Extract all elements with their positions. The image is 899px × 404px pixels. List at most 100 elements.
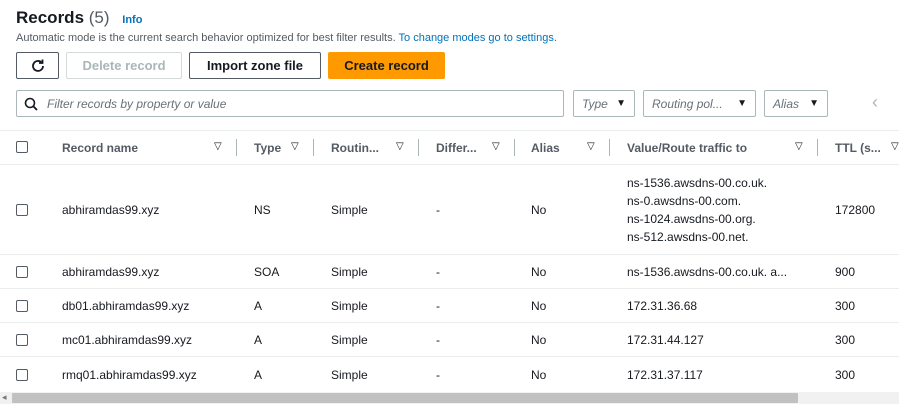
alias-cell: No — [531, 368, 547, 382]
refresh-button[interactable] — [16, 52, 59, 79]
table-row[interactable]: abhiramdas99.xyz SOA Simple - No ns-1536… — [0, 254, 899, 288]
value-cell: 172.31.36.68 — [627, 299, 698, 313]
import-zone-file-button[interactable]: Import zone file — [189, 52, 321, 79]
ttl-cell: 300 — [835, 368, 856, 382]
column-label: Differ... — [436, 140, 477, 155]
column-divider[interactable] — [418, 139, 419, 156]
settings-link[interactable]: To change modes go to settings. — [399, 32, 557, 44]
routing-cell: Simple — [331, 368, 368, 382]
previous-page-icon[interactable]: ‹ — [872, 92, 878, 113]
differentiator-cell: - — [436, 299, 440, 313]
value-cell: 172.31.37.117 — [627, 368, 703, 382]
delete-record-button[interactable]: Delete record — [66, 52, 182, 79]
sort-caret-icon[interactable]: ▽ — [891, 141, 899, 152]
column-header-type[interactable]: Type — [254, 131, 294, 164]
column-header-routing[interactable]: Routin... — [331, 131, 389, 164]
differentiator-cell: - — [436, 368, 440, 382]
column-label: Record name — [62, 140, 139, 155]
row-checkbox[interactable] — [16, 204, 28, 216]
filter-records-input[interactable] — [45, 95, 545, 112]
sort-caret-icon[interactable]: ▽ — [492, 141, 500, 152]
column-divider[interactable] — [817, 139, 818, 156]
value-cell-line: ns-0.awsdns-00.com. — [627, 194, 742, 208]
info-link[interactable]: Info — [122, 14, 142, 26]
row-checkbox[interactable] — [16, 369, 28, 381]
column-label: Value/Route traffic to — [627, 140, 748, 155]
table-row[interactable]: db01.abhiramdas99.xyz A Simple - No 172.… — [0, 288, 899, 322]
create-record-button[interactable]: Create record — [328, 52, 445, 79]
alias-cell: No — [531, 265, 547, 279]
column-divider[interactable] — [609, 139, 610, 156]
column-label: Routin... — [331, 140, 379, 155]
alias-cell: No — [531, 333, 547, 347]
alias-filter-select[interactable]: Alias ▼ — [764, 90, 828, 117]
column-label: Type — [254, 140, 282, 155]
table-row[interactable]: rmq01.abhiramdas99.xyz A Simple - No 172… — [0, 356, 899, 392]
row-checkbox[interactable] — [16, 266, 28, 278]
record-name-cell: rmq01.abhiramdas99.xyz — [62, 368, 197, 382]
column-header-differentiator[interactable]: Differ... — [436, 131, 498, 164]
column-divider[interactable] — [514, 139, 515, 156]
value-cell-line: ns-1024.awsdns-00.org. — [627, 212, 756, 226]
filter-search-box — [16, 90, 564, 117]
record-name-cell: db01.abhiramdas99.xyz — [62, 299, 190, 313]
routing-cell: Simple — [331, 333, 368, 347]
type-filter-label: Type — [582, 96, 608, 111]
records-header: Records (5) Info — [16, 8, 142, 28]
column-label: Alias — [531, 140, 560, 155]
table-row[interactable]: mc01.abhiramdas99.xyz A Simple - No 172.… — [0, 322, 899, 356]
ttl-cell: 900 — [835, 265, 856, 279]
value-cell: 172.31.44.127 — [627, 333, 704, 347]
horizontal-scrollbar-thumb[interactable] — [12, 393, 798, 403]
column-header-value[interactable]: Value/Route traffic to — [627, 131, 787, 164]
caret-down-icon: ▼ — [809, 98, 819, 109]
record-name-cell: mc01.abhiramdas99.xyz — [62, 333, 193, 347]
column-header-alias[interactable]: Alias — [531, 131, 581, 164]
page-title: Records (5) — [16, 8, 114, 27]
select-all-checkbox[interactable] — [16, 141, 28, 153]
alias-filter-label: Alias — [773, 96, 800, 111]
type-cell: A — [254, 299, 263, 313]
ttl-cell: 172800 — [835, 203, 876, 217]
routing-cell: Simple — [331, 299, 368, 313]
scroll-left-arrow-icon[interactable]: ◂ — [2, 392, 7, 403]
sort-caret-icon[interactable]: ▽ — [396, 141, 404, 152]
table-row[interactable]: abhiramdas99.xyz NS Simple - No ns-1536.… — [0, 164, 899, 254]
differentiator-cell: - — [436, 203, 440, 217]
differentiator-cell: - — [436, 333, 440, 347]
record-name-cell: abhiramdas99.xyz — [62, 265, 160, 279]
routing-policy-filter-select[interactable]: Routing pol... ▼ — [643, 90, 756, 117]
value-cell: ns-1536.awsdns-00.co.uk. a... — [627, 265, 788, 279]
value-cell-line: ns-512.awsdns-00.net. — [627, 230, 749, 244]
description-text: Automatic mode is the current search beh… — [16, 32, 396, 44]
routing-cell: Simple — [331, 265, 368, 279]
caret-down-icon: ▼ — [737, 98, 747, 109]
type-cell: NS — [254, 203, 271, 217]
column-header-ttl[interactable]: TTL (s... — [835, 131, 889, 164]
alias-cell: No — [531, 203, 547, 217]
column-label: TTL (s... — [835, 140, 881, 155]
refresh-icon — [31, 59, 44, 72]
record-count: (5) — [88, 8, 110, 27]
sort-caret-icon[interactable]: ▽ — [291, 141, 299, 152]
row-checkbox[interactable] — [16, 334, 28, 346]
ttl-cell: 300 — [835, 333, 856, 347]
column-header-record-name[interactable]: Record name — [62, 131, 202, 164]
value-cell-line: ns-1536.awsdns-00.co.uk. — [627, 176, 768, 190]
type-cell: A — [254, 368, 263, 382]
type-filter-select[interactable]: Type ▼ — [573, 90, 635, 117]
sort-caret-icon[interactable]: ▽ — [214, 141, 222, 152]
ttl-cell: 300 — [835, 299, 856, 313]
column-divider[interactable] — [236, 139, 237, 156]
alias-cell: No — [531, 299, 547, 313]
type-cell: SOA — [254, 265, 280, 279]
search-mode-description: Automatic mode is the current search beh… — [16, 32, 557, 44]
routing-cell: Simple — [331, 203, 368, 217]
sort-caret-icon[interactable]: ▽ — [795, 141, 803, 152]
sort-caret-icon[interactable]: ▽ — [587, 141, 595, 152]
column-divider[interactable] — [313, 139, 314, 156]
title-text: Records — [16, 8, 85, 27]
row-checkbox[interactable] — [16, 300, 28, 312]
differentiator-cell: - — [436, 265, 440, 279]
caret-down-icon: ▼ — [616, 98, 626, 109]
